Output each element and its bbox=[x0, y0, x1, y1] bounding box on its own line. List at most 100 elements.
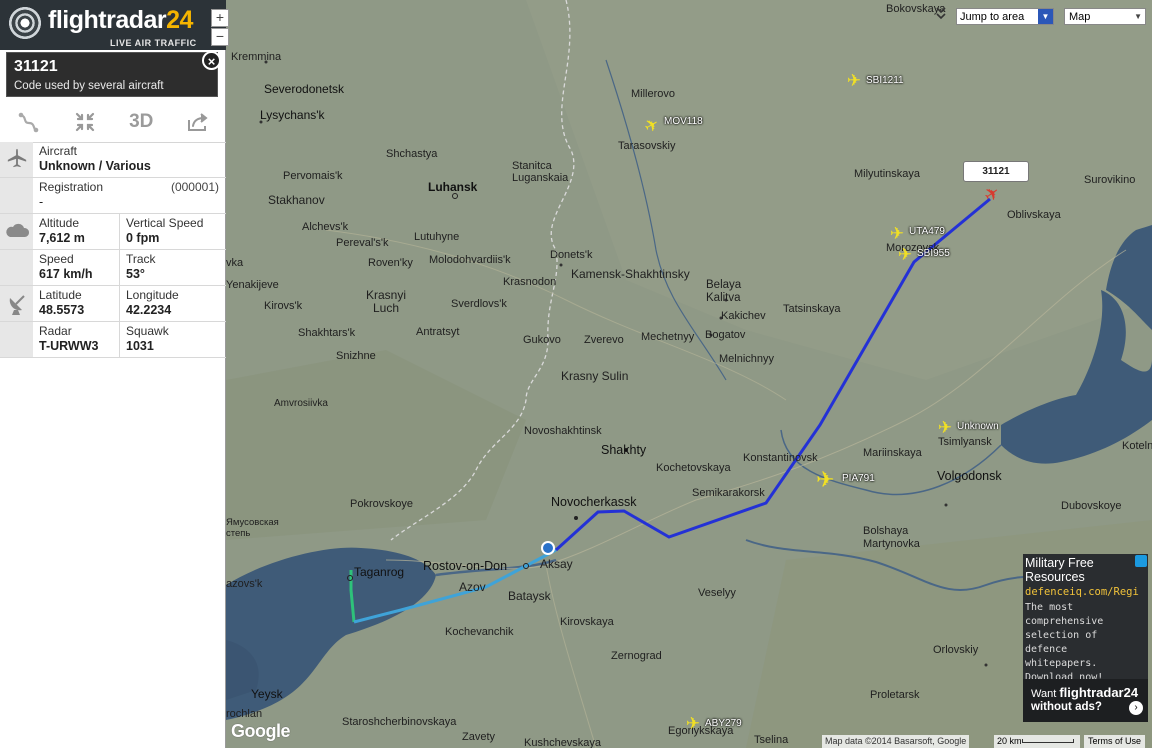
city-label: Belaya Kalitva bbox=[706, 279, 742, 304]
radar-logo-icon bbox=[8, 6, 42, 40]
plane-label: UTA479 bbox=[909, 226, 945, 237]
remove-ads-banner[interactable]: Want flightradar24 without ads? › bbox=[1023, 679, 1148, 722]
city-label: Zavety bbox=[462, 731, 496, 743]
airplane-marker-icon[interactable]: ✈ bbox=[816, 469, 834, 491]
ad-panel[interactable]: Military Free Resources defenceiq.com/Re… bbox=[1023, 554, 1148, 722]
brand-header[interactable]: flightradar24 LIVE AIR TRAFFIC bbox=[0, 0, 226, 50]
city-label: Taganrog bbox=[354, 565, 405, 579]
city-label: Volgodonsk bbox=[937, 469, 1002, 483]
radar-row: Radar T-URWW3 Squawk 1031 bbox=[0, 322, 226, 358]
squawk-value: 1031 bbox=[126, 339, 154, 353]
ad-description: The most comprehensive selection of defe… bbox=[1025, 602, 1104, 683]
selected-flight-label[interactable]: 31121 bbox=[963, 161, 1029, 182]
city-label: Novoshakhtinsk bbox=[524, 425, 602, 437]
airplane-marker-icon[interactable]: ✈ bbox=[936, 419, 954, 437]
city-label: Donets'k bbox=[550, 249, 593, 261]
airplane-marker-icon[interactable]: ✈ bbox=[845, 72, 863, 90]
city-label: Stakhanov bbox=[268, 193, 325, 207]
city-label: Snizhne bbox=[336, 350, 376, 362]
aircraft-value: Unknown / Various bbox=[39, 159, 151, 173]
zoom-in-button[interactable]: + bbox=[211, 9, 229, 27]
position-row: Latitude 48.5573 Longitude 42.2234 bbox=[0, 286, 226, 322]
city-label: Tatsinskaya bbox=[783, 303, 841, 315]
plane-label: SBI955 bbox=[917, 248, 950, 259]
close-icon[interactable]: × bbox=[202, 51, 221, 70]
jump-to-area-select[interactable]: Jump to area ▼ bbox=[956, 8, 1054, 25]
plane-label: SBI1211 bbox=[866, 75, 904, 86]
city-label: Proletarsk bbox=[870, 689, 920, 701]
route-icon[interactable] bbox=[0, 102, 57, 142]
city-label: Krasnodon bbox=[503, 276, 557, 288]
squawk-label: Squawk bbox=[126, 324, 169, 338]
city-label: Semikarakorsk bbox=[692, 487, 765, 499]
city-label: Molodohvardiis'k bbox=[429, 254, 511, 266]
zoom-out-button[interactable]: − bbox=[211, 28, 229, 46]
flight-info-box: 31121 Code used by several aircraft × bbox=[6, 51, 221, 97]
plane-label: MOV118 bbox=[664, 116, 703, 127]
map-type-select[interactable]: Map ▼ bbox=[1064, 8, 1146, 25]
chevron-down-icon: ▼ bbox=[1134, 12, 1142, 21]
map-attribution: Map data ©2014 Basarsoft, Google bbox=[822, 735, 970, 748]
airplane-marker-icon[interactable]: ✈ bbox=[896, 246, 914, 264]
city-label: Krasny Sulin bbox=[561, 369, 629, 383]
longitude-value: 42.2234 bbox=[126, 303, 172, 317]
city-label: Dubovskoye bbox=[1061, 500, 1122, 512]
view-3d-button[interactable]: 3D bbox=[113, 102, 170, 142]
city-label: Tarasovskiy bbox=[618, 140, 676, 152]
city-label: Melnichnyy bbox=[719, 353, 775, 365]
city-label: Kochetovskaya bbox=[656, 462, 731, 474]
city-label: Kirovskaya bbox=[560, 616, 614, 628]
registration-row: Registration - (000001) bbox=[0, 178, 226, 214]
city-label: Stanitca Luganskaia bbox=[512, 160, 569, 184]
terms-link[interactable]: Terms of Use bbox=[1084, 735, 1146, 748]
share-icon[interactable] bbox=[170, 102, 227, 142]
city-label: Mariinskaya bbox=[863, 447, 922, 459]
plane-label: Unknown bbox=[957, 421, 999, 432]
city-label: Kakichev bbox=[721, 310, 766, 322]
city-label: azovs'k bbox=[226, 578, 263, 590]
city-label: Oblivskaya bbox=[1007, 209, 1061, 221]
aircraft-row: Aircraft Unknown / Various bbox=[0, 142, 226, 178]
registration-code: (000001) bbox=[170, 180, 219, 194]
latitude-label: Latitude bbox=[39, 288, 82, 302]
plane-label: PIA791 bbox=[842, 473, 875, 484]
city-label: Lysychans'k bbox=[260, 108, 325, 122]
city-label: Shakhtars'k bbox=[298, 327, 356, 339]
flight-callsign: 31121 bbox=[14, 58, 58, 75]
city-label: rochlan bbox=[226, 708, 263, 720]
fit-view-icon[interactable] bbox=[57, 102, 114, 142]
city-label: Yenakijeve bbox=[226, 279, 279, 291]
vertical-speed-label: Vertical Speed bbox=[126, 216, 204, 230]
arrow-right-icon[interactable]: › bbox=[1129, 701, 1143, 715]
city-label: Kamensk-Shakhtinsky bbox=[571, 267, 690, 281]
city-label: Alchevs'k bbox=[302, 221, 349, 233]
longitude-label: Longitude bbox=[126, 288, 179, 302]
airplane-marker-icon[interactable]: ✈ bbox=[888, 225, 906, 243]
city-label: Konstantinovsk bbox=[743, 452, 818, 464]
zoom-controls: + − bbox=[211, 9, 229, 46]
city-label: Kushchevskaya bbox=[524, 737, 602, 748]
city-label: Krasnyi Luch bbox=[366, 288, 407, 315]
radar-label: Radar bbox=[39, 324, 72, 338]
altitude-value: 7,612 m bbox=[39, 231, 85, 245]
airplane-marker-icon[interactable]: ✈ bbox=[684, 715, 702, 733]
speed-row: Speed 617 km/h Track 53° bbox=[0, 250, 226, 286]
map-canvas[interactable]: Kremmina Severodonetsk Lysychans'k Shcha… bbox=[226, 0, 1152, 748]
ad-url[interactable]: defenceiq.com/Regi bbox=[1025, 586, 1139, 598]
speed-value: 617 km/h bbox=[39, 267, 93, 281]
track-value: 53° bbox=[126, 267, 145, 281]
map-terrain bbox=[226, 0, 1152, 748]
city-label: Staroshcherbinovskaya bbox=[342, 716, 457, 728]
flight-details: Aircraft Unknown / Various Registration … bbox=[0, 142, 226, 358]
city-label: Antratsyt bbox=[416, 326, 460, 338]
city-label: Amvrosiivka bbox=[274, 398, 328, 409]
city-label: Kochevanchik bbox=[445, 626, 514, 638]
city-label-luhansk: Luhansk bbox=[428, 180, 478, 194]
city-label: Pereval's'k bbox=[336, 237, 389, 249]
city-label: Tsimlyansk bbox=[938, 436, 992, 448]
map-scale: 20 km bbox=[994, 735, 1080, 748]
city-label: Zverevo bbox=[584, 334, 624, 346]
city-label-rostov: Rostov-on-Don bbox=[423, 559, 508, 573]
ad-title[interactable]: Military Free Resources bbox=[1025, 556, 1148, 584]
city-label: Milyutinskaya bbox=[854, 168, 921, 180]
